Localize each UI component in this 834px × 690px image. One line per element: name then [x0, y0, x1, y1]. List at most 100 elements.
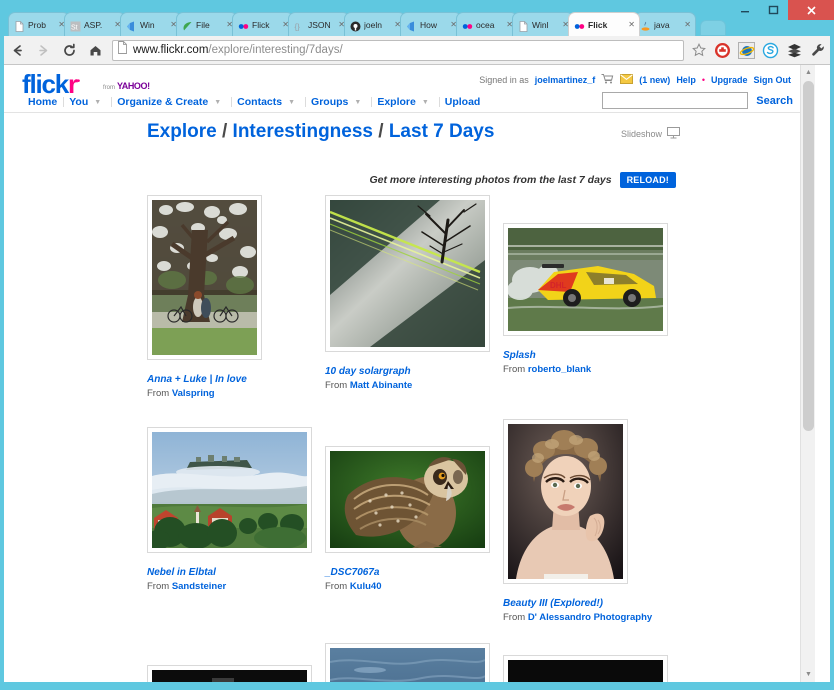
photo-image-beauty-iii[interactable]: [508, 424, 623, 579]
photo-frame[interactable]: [503, 655, 668, 682]
photo-frame[interactable]: DHL: [503, 223, 668, 336]
chevron-down-icon[interactable]: ▼: [354, 99, 361, 106]
ie-tab-icon[interactable]: [734, 38, 758, 62]
breadcrumb-explore[interactable]: Explore: [147, 121, 217, 142]
nav-divider: [371, 97, 373, 107]
browser-tab-active[interactable]: Flick ✕: [568, 12, 640, 36]
nav-item-you[interactable]: You: [69, 96, 88, 108]
photo-frame[interactable]: [147, 427, 312, 553]
flickr-logo[interactable]: flickr•: [22, 69, 80, 99]
help-link[interactable]: Help: [676, 75, 696, 85]
browser-tab[interactable]: ocea ✕: [456, 12, 518, 36]
photo-image-row3-2[interactable]: [330, 648, 485, 682]
photo-title-link[interactable]: Anna + Luke | In love: [147, 373, 262, 387]
cart-icon[interactable]: [601, 73, 614, 86]
photo-frame[interactable]: [325, 195, 490, 352]
browser-tab[interactable]: File ✕: [176, 12, 238, 36]
browser-tab[interactable]: {} JSON ✕: [288, 12, 350, 36]
nav-divider: [231, 97, 233, 107]
breadcrumb-last-7-days[interactable]: Last 7 Days: [389, 121, 495, 142]
bookmark-star-icon[interactable]: [688, 43, 710, 57]
scroll-up-icon[interactable]: ▲: [801, 65, 816, 80]
scroll-down-icon[interactable]: ▼: [801, 667, 816, 682]
browser-tab[interactable]: Prob ✕: [8, 12, 70, 36]
browser-tab[interactable]: Winl ✕: [512, 12, 574, 36]
reload-button[interactable]: RELOAD!: [619, 172, 676, 188]
breadcrumb-sep: /: [216, 121, 233, 142]
browser-tab[interactable]: Flick ✕: [232, 12, 294, 36]
minimize-button[interactable]: [730, 0, 759, 20]
home-icon[interactable]: [82, 37, 108, 63]
slideshow-link[interactable]: Slideshow: [621, 127, 681, 141]
chevron-down-icon[interactable]: ▼: [422, 99, 429, 106]
chevron-down-icon[interactable]: ▼: [94, 99, 101, 106]
address-bar[interactable]: www.flickr.com/explore/interesting/7days…: [112, 39, 684, 61]
photo-image-row3-3[interactable]: [508, 660, 663, 682]
buffer-icon[interactable]: [782, 38, 806, 62]
browser-tab[interactable]: Win ✕: [120, 12, 182, 36]
photo-caption: _DSC7067a From Kulu40: [325, 566, 490, 593]
photo-frame[interactable]: [325, 643, 490, 682]
author-link[interactable]: D' Alessandro Photography: [528, 612, 652, 623]
logo-flick-text: flick: [22, 69, 69, 99]
svg-text:{}: {}: [295, 23, 301, 32]
window-right-edge: [830, 36, 834, 690]
nav-item-groups[interactable]: Groups: [311, 96, 348, 108]
envelope-icon[interactable]: [620, 73, 634, 86]
photo-frame[interactable]: [147, 665, 312, 682]
search-button[interactable]: Search: [756, 95, 793, 107]
nav-item-home[interactable]: Home: [28, 96, 57, 108]
photo-title-link[interactable]: Beauty III (Explored!): [503, 597, 652, 611]
tab-close-icon[interactable]: ✕: [684, 20, 691, 29]
photo-image-solargraph[interactable]: [330, 200, 485, 347]
upgrade-link[interactable]: Upgrade: [711, 75, 748, 85]
author-link[interactable]: Kulu40: [350, 581, 382, 592]
tab-close-icon[interactable]: ✕: [628, 20, 635, 29]
photo-title-link[interactable]: Splash: [503, 349, 668, 363]
scrollbar-thumb[interactable]: [803, 81, 814, 431]
nav-item-upload[interactable]: Upload: [445, 96, 481, 108]
browser-tab[interactable]: java ✕: [634, 12, 696, 36]
breadcrumb-interestingness[interactable]: Interestingness: [233, 121, 373, 142]
new-tab-button[interactable]: [700, 20, 726, 36]
photo-image-anna-luke[interactable]: [152, 200, 257, 355]
photo-title-link[interactable]: Nebel in Elbtal: [147, 566, 312, 580]
photo-title-link[interactable]: 10 day solargraph: [325, 365, 490, 379]
forward-button[interactable]: [30, 37, 56, 63]
new-mail-count[interactable]: (1 new): [639, 75, 670, 85]
chevron-down-icon[interactable]: ▼: [214, 99, 221, 106]
author-link[interactable]: Matt Abinante: [350, 380, 412, 391]
search-input[interactable]: [602, 92, 749, 109]
flickr-page: flickr• from YAHOO! Home You ▼ Organize …: [4, 65, 815, 682]
username-link[interactable]: joelmartinez_f: [535, 75, 596, 85]
browser-tab[interactable]: joeln ✕: [344, 12, 406, 36]
wrench-menu-icon[interactable]: [806, 38, 830, 62]
nav-item-explore[interactable]: Explore: [377, 96, 416, 108]
photo-frame[interactable]: [325, 446, 490, 553]
nav-item-organize-create[interactable]: Organize & Create: [117, 96, 208, 108]
photo-title-link[interactable]: _DSC7067a: [325, 566, 490, 580]
photo-image-splash[interactable]: DHL: [508, 228, 663, 331]
skype-icon[interactable]: [758, 38, 782, 62]
author-link[interactable]: roberto_blank: [528, 364, 591, 375]
photo-frame[interactable]: [147, 195, 262, 360]
author-link[interactable]: Sandsteiner: [172, 581, 226, 592]
browser-tab[interactable]: How ✕: [400, 12, 462, 36]
nav-item-contacts[interactable]: Contacts: [237, 96, 282, 108]
json-icon: {}: [294, 19, 305, 32]
back-button[interactable]: [4, 37, 30, 63]
photo-frame[interactable]: [503, 419, 628, 584]
signout-link[interactable]: Sign Out: [754, 75, 792, 85]
maximize-button[interactable]: [759, 0, 788, 20]
chevron-down-icon[interactable]: ▼: [288, 99, 295, 106]
photo-image-row3-1[interactable]: [152, 670, 307, 682]
photo-image-nebel-in-elbtal[interactable]: [152, 432, 307, 548]
photo-caption: Splash From roberto_blank: [503, 349, 668, 376]
adblock-icon[interactable]: [710, 38, 734, 62]
browser-tab[interactable]: St ASP. ✕: [64, 12, 126, 36]
author-link[interactable]: Valspring: [172, 388, 215, 399]
reload-button[interactable]: [56, 37, 82, 63]
photo-image-dsc7067a-owl[interactable]: [330, 451, 485, 548]
close-button[interactable]: [788, 0, 834, 20]
page-scrollbar[interactable]: ▲ ▼: [800, 65, 815, 682]
